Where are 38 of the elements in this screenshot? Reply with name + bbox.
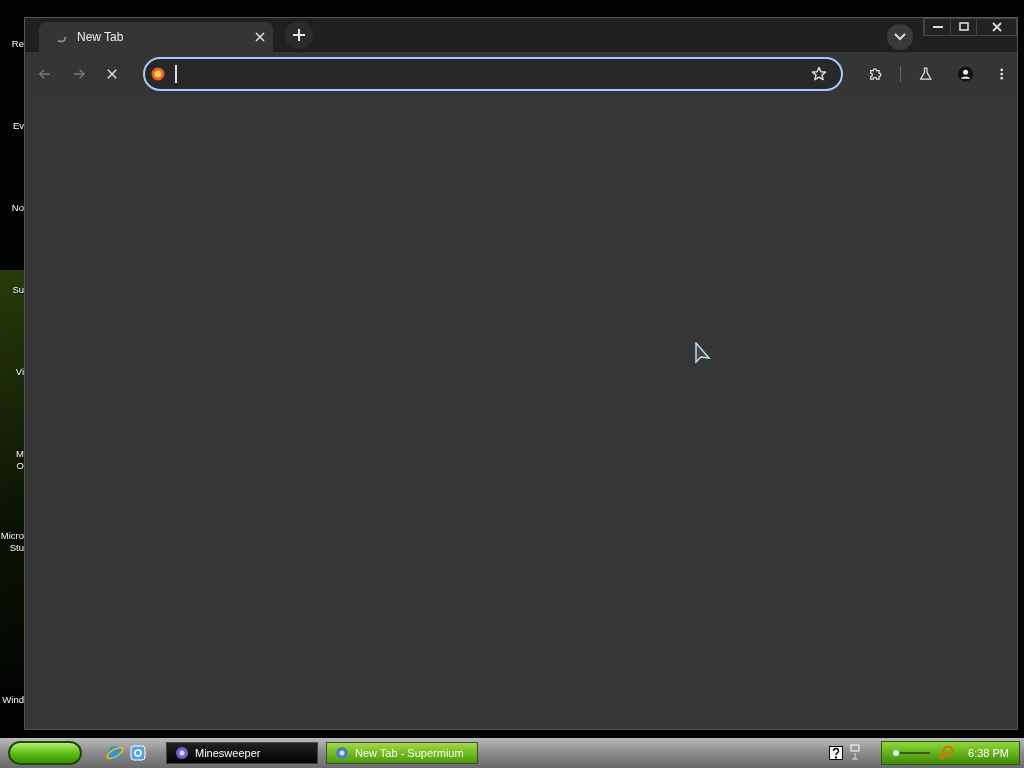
desktop-icon-label[interactable]: Su [12, 284, 24, 296]
globe-icon[interactable] [106, 744, 124, 762]
profile-icon[interactable] [958, 65, 974, 83]
site-info-icon[interactable] [150, 67, 165, 81]
taskbar-button[interactable]: Minesweeper [166, 742, 318, 764]
start-button[interactable] [8, 741, 82, 765]
desktop-icon-label[interactable]: No [11, 202, 24, 214]
help-icon[interactable] [829, 746, 844, 760]
close-icon [991, 22, 1002, 32]
address-field[interactable] [142, 57, 843, 91]
chevron-down-icon[interactable] [887, 24, 913, 50]
mouse-pointer-icon [695, 342, 713, 364]
plus-icon [292, 28, 306, 42]
desktop-icon-label[interactable]: Micro Stu [0, 530, 24, 554]
tray-icon[interactable] [892, 747, 933, 759]
app-icon[interactable] [130, 745, 146, 761]
close-icon[interactable] [255, 32, 265, 42]
app-icon [175, 746, 189, 760]
stop-icon[interactable] [106, 68, 117, 80]
desktop-icon-label[interactable]: Re [11, 38, 24, 50]
new-tab-button[interactable] [285, 21, 313, 49]
back-arrow-icon[interactable] [39, 68, 51, 80]
minimize-icon [932, 26, 943, 28]
forward-arrow-icon[interactable] [72, 68, 85, 80]
desktop-icon-label[interactable]: Wind [2, 694, 24, 706]
puzzle-piece-icon[interactable] [868, 66, 883, 82]
desktop-icon-label[interactable]: Vi [15, 366, 24, 378]
network-icon[interactable] [849, 744, 862, 762]
flask-icon[interactable] [919, 66, 933, 82]
maximize-icon [958, 22, 969, 32]
browser-tab[interactable]: New Tab [39, 22, 273, 52]
app-icon [335, 746, 349, 760]
tab-title: New Tab [77, 30, 125, 44]
desktop-icon-label[interactable]: M O [16, 448, 24, 472]
star-icon[interactable] [810, 66, 827, 82]
text-caret [174, 65, 177, 83]
menu-icon[interactable] [999, 67, 1003, 81]
desktop-icon-label[interactable]: Ev [12, 120, 24, 132]
